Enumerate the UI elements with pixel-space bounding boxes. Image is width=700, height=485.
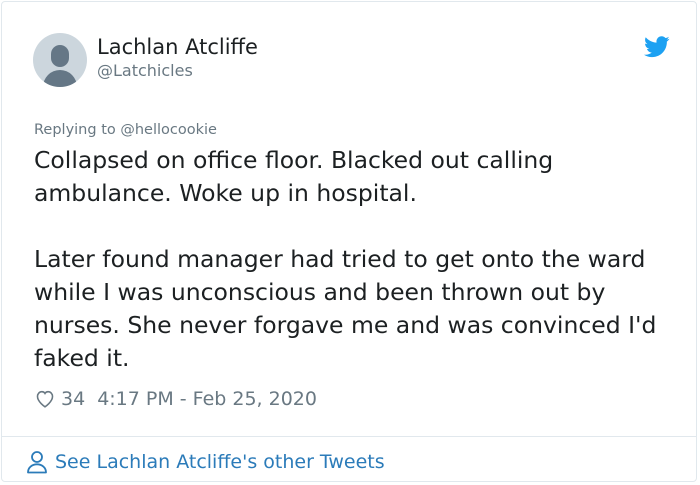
person-icon bbox=[27, 451, 47, 474]
tweet-card: Lachlan Atcliffe @Latchicles Replying to… bbox=[1, 1, 697, 482]
like-count[interactable]: 34 bbox=[61, 388, 85, 410]
replying-to: Replying to @hellocookie bbox=[34, 122, 217, 138]
tweet-text: Collapsed on office floor. Blacked out c… bbox=[34, 146, 657, 372]
footer-divider bbox=[2, 436, 696, 437]
see-other-tweets-link[interactable]: See Lachlan Atcliffe's other Tweets bbox=[26, 448, 385, 476]
tweet-header: Lachlan Atcliffe @Latchicles bbox=[33, 33, 673, 89]
author-handle[interactable]: @Latchicles bbox=[97, 61, 193, 80]
twitter-bird-icon[interactable] bbox=[644, 36, 670, 58]
author-name[interactable]: Lachlan Atcliffe bbox=[97, 35, 258, 59]
see-other-tweets-label: See Lachlan Atcliffe's other Tweets bbox=[55, 451, 385, 473]
heart-icon[interactable] bbox=[34, 388, 56, 410]
avatar-head bbox=[51, 45, 69, 67]
tweet-timestamp[interactable]: 4:17 PM - Feb 25, 2020 bbox=[97, 388, 317, 410]
tweet-meta: 34 4:17 PM - Feb 25, 2020 bbox=[34, 386, 317, 412]
avatar-shoulders bbox=[43, 70, 77, 87]
avatar[interactable] bbox=[33, 33, 87, 87]
replying-prefix: Replying to bbox=[34, 122, 121, 138]
reply-mention-link[interactable]: @hellocookie bbox=[120, 122, 217, 138]
